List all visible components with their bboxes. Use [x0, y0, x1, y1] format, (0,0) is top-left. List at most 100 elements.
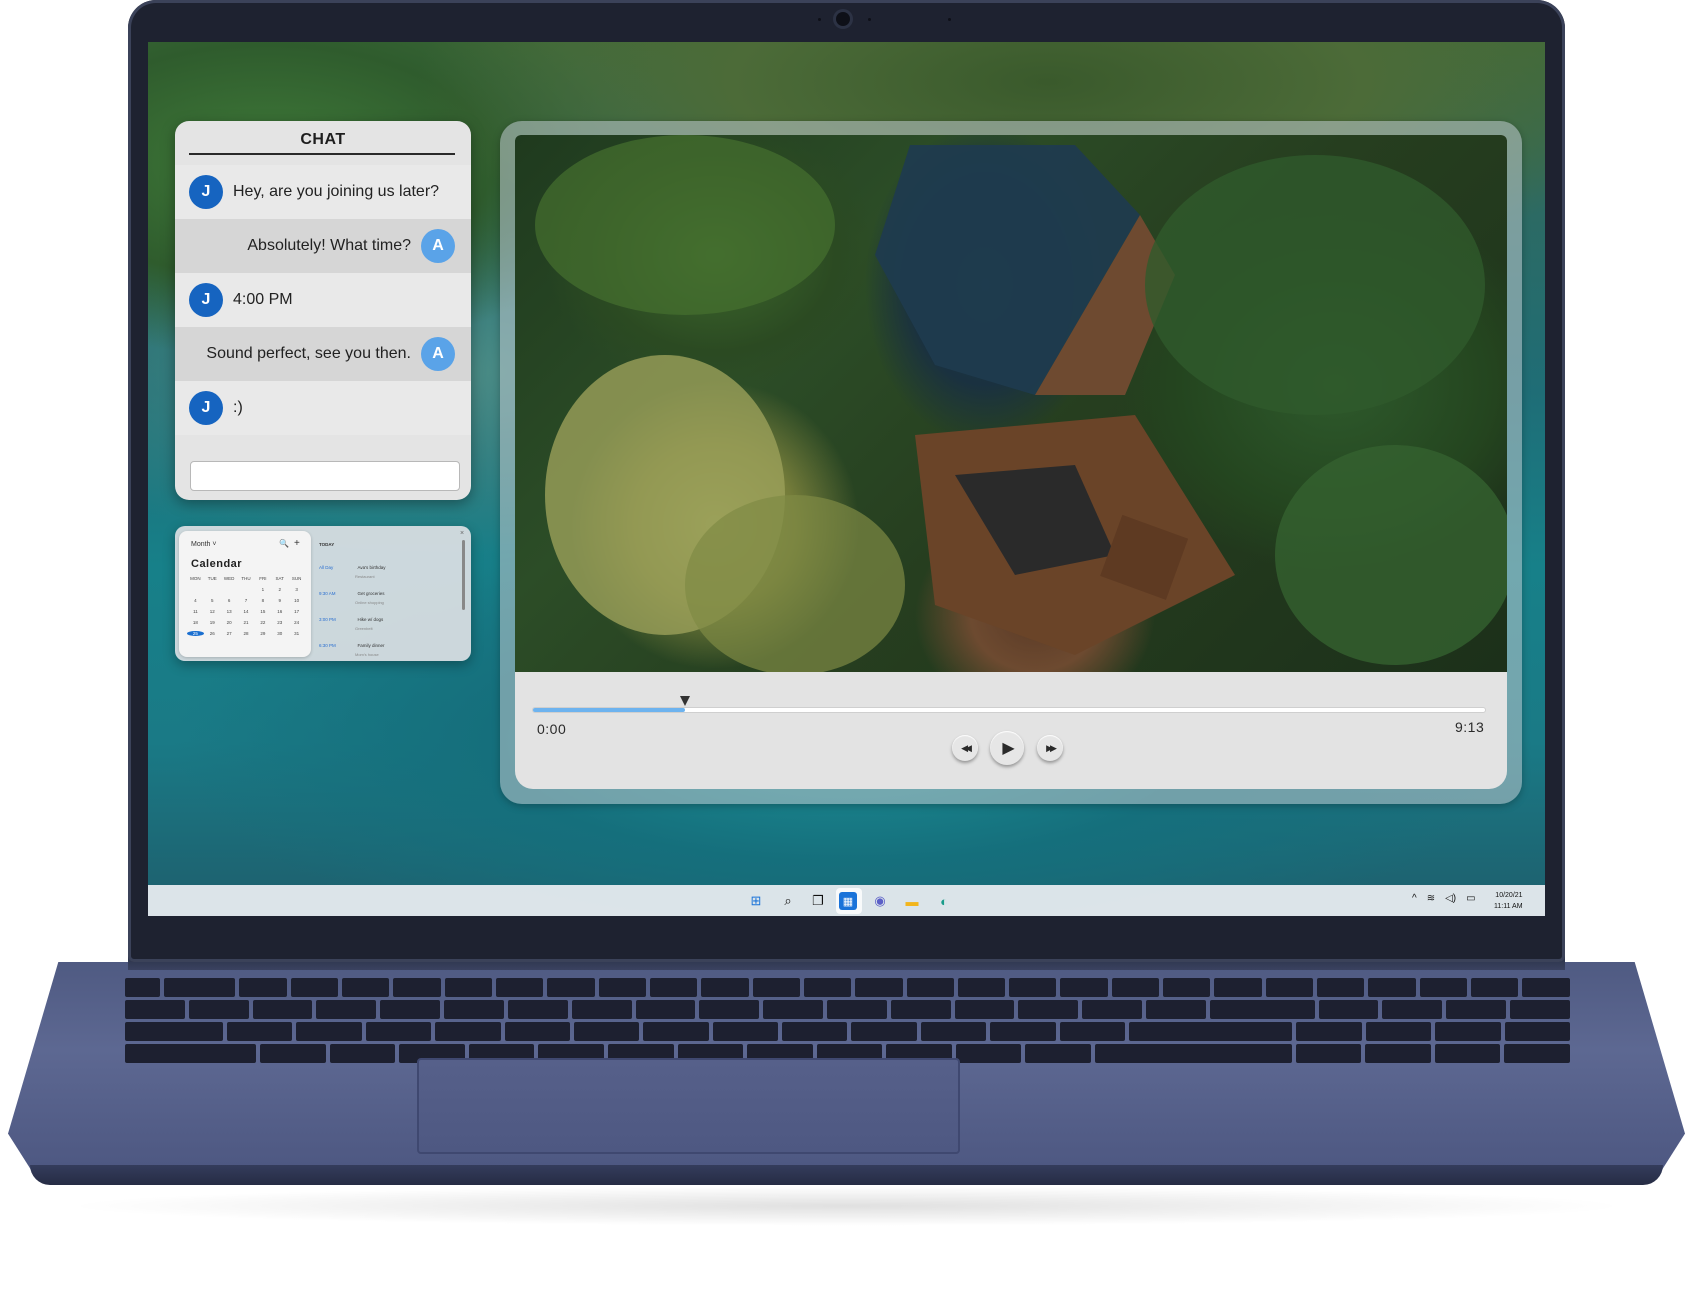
- keyboard-key: [1296, 1022, 1362, 1041]
- event-subtitle: Mom's house: [355, 652, 379, 657]
- calendar-day[interactable]: 31: [288, 631, 305, 636]
- file-explorer-icon[interactable]: ▬: [902, 891, 922, 911]
- video-frame[interactable]: [515, 135, 1507, 672]
- widgets-icon[interactable]: ▦: [839, 892, 857, 910]
- calendar-day[interactable]: 17: [288, 609, 305, 614]
- edge-browser-icon[interactable]: ◐: [934, 891, 954, 911]
- event-subtitle: Greenbelt: [355, 626, 373, 631]
- agenda-event[interactable]: 9:30 AM Get groceries Online shopping: [319, 582, 449, 605]
- calendar-view-selector[interactable]: Month ˅: [191, 541, 217, 548]
- search-icon[interactable]: ⌕: [778, 891, 798, 911]
- event-time: All Day: [319, 565, 334, 570]
- keyboard-row: [125, 1022, 1570, 1041]
- trackpad: [417, 1058, 960, 1154]
- windows-start-icon[interactable]: ⊞: [746, 891, 766, 911]
- calendar-day[interactable]: 20: [221, 620, 238, 625]
- calendar-day[interactable]: 3: [288, 587, 305, 592]
- calendar-day[interactable]: 18: [187, 620, 204, 625]
- fast-forward-button[interactable]: ▶▶: [1037, 735, 1063, 761]
- laptop-base-edge: [30, 1165, 1663, 1185]
- wifi-icon[interactable]: ≋: [1427, 893, 1435, 904]
- keyboard-key: [1382, 1000, 1443, 1019]
- calendar-day[interactable]: 4: [187, 598, 204, 603]
- agenda-scrollbar[interactable]: [462, 540, 465, 610]
- calendar-day[interactable]: 27: [221, 631, 238, 636]
- keyboard-key: [1128, 1022, 1293, 1041]
- add-event-button[interactable]: +: [294, 538, 300, 549]
- calendar-day[interactable]: 25: [187, 631, 204, 636]
- weekday-header: THU: [241, 576, 251, 581]
- clock[interactable]: 10/20/21 11:11 AM: [1494, 890, 1523, 912]
- calendar-day[interactable]: 28: [238, 631, 255, 636]
- sensor-dot: [948, 18, 951, 21]
- volume-icon[interactable]: ◁): [1445, 893, 1456, 904]
- agenda-event[interactable]: All Day Ava's birthday Restaurant: [319, 556, 449, 579]
- calendar-day[interactable]: 15: [254, 609, 271, 614]
- keyboard-key: [1365, 1044, 1431, 1063]
- fast-forward-icon: ▶▶: [1046, 742, 1057, 753]
- keyboard-key: [1018, 1000, 1079, 1019]
- video-progress-bar[interactable]: [533, 696, 1485, 712]
- calendar-day[interactable]: 13: [221, 609, 238, 614]
- agenda-event[interactable]: 3:00 PM Hike w/ dogs Greenbelt: [319, 608, 449, 631]
- keyboard-key: [290, 978, 339, 997]
- calendar-day[interactable]: 22: [254, 620, 271, 625]
- chevron-up-icon[interactable]: ^: [1412, 893, 1417, 904]
- calendar-day[interactable]: 26: [204, 631, 221, 636]
- calendar-day[interactable]: 6: [221, 598, 238, 603]
- keyboard-key: [504, 1022, 570, 1041]
- taskbar: ⊞ ⌕ ❐ ▦ ◉ ▬ ◐ ^ ≋ ◁) ▭ 10/20/21 11:11 AM: [148, 885, 1545, 916]
- calendar-day[interactable]: 9: [271, 598, 288, 603]
- keyboard-key: [252, 1000, 313, 1019]
- laptop-screen: CHAT J Hey, are you joining us later? Ab…: [148, 42, 1545, 916]
- clock-date: 10/20/21: [1495, 892, 1523, 899]
- play-button[interactable]: ▶: [990, 731, 1024, 765]
- calendar-day[interactable]: 14: [238, 609, 255, 614]
- keyboard-key: [444, 1000, 504, 1019]
- calendar-day[interactable]: 11: [187, 609, 204, 614]
- calendar-day[interactable]: 29: [254, 631, 271, 636]
- calendar-day[interactable]: 30: [271, 631, 288, 636]
- chat-message: J :): [175, 381, 471, 435]
- avatar[interactable]: J: [189, 391, 223, 425]
- chat-message-input[interactable]: [190, 461, 460, 491]
- keyboard-key: [365, 1022, 432, 1041]
- calendar-day[interactable]: 12: [204, 609, 221, 614]
- keyboard-key: [1025, 1044, 1091, 1063]
- search-icon[interactable]: 🔍: [279, 539, 289, 548]
- calendar-day-blank: [204, 587, 221, 592]
- keyboard-key: [649, 978, 698, 997]
- avatar[interactable]: J: [189, 175, 223, 209]
- calendar-day[interactable]: 23: [271, 620, 288, 625]
- calendar-day[interactable]: 5: [204, 598, 221, 603]
- avatar[interactable]: A: [421, 229, 455, 263]
- keyboard-key: [1111, 978, 1160, 997]
- avatar[interactable]: A: [421, 337, 455, 371]
- keyboard-key: [955, 1044, 1022, 1063]
- calendar-day[interactable]: 16: [271, 609, 288, 614]
- calendar-day[interactable]: 10: [288, 598, 305, 603]
- calendar-day[interactable]: 21: [238, 620, 255, 625]
- battery-icon[interactable]: ▭: [1466, 893, 1475, 904]
- teams-chat-icon[interactable]: ◉: [870, 891, 890, 911]
- calendar-day[interactable]: 24: [288, 620, 305, 625]
- calendar-day[interactable]: 2: [271, 587, 288, 592]
- calendar-day[interactable]: 19: [204, 620, 221, 625]
- calendar-day[interactable]: 8: [254, 598, 271, 603]
- keyboard-key: [1434, 1044, 1501, 1063]
- video-scrubber-handle[interactable]: [680, 696, 691, 706]
- calendar-day[interactable]: 7: [238, 598, 255, 603]
- keyboard-key: [851, 1022, 917, 1041]
- video-content: [535, 135, 1507, 672]
- avatar[interactable]: J: [189, 283, 223, 317]
- agenda-event[interactable]: 6:30 PM Family dinner Mom's house: [319, 634, 449, 657]
- rewind-button[interactable]: ◀◀: [952, 735, 978, 761]
- chat-window: CHAT J Hey, are you joining us later? Ab…: [175, 121, 471, 500]
- system-tray: ^ ≋ ◁) ▭: [1412, 893, 1476, 904]
- keyboard-key: [239, 978, 287, 997]
- calendar-day[interactable]: 1: [254, 587, 271, 592]
- keyboard-key: [752, 978, 800, 997]
- task-view-icon[interactable]: ❐: [808, 891, 828, 911]
- close-icon[interactable]: ×: [460, 530, 464, 537]
- calendar-agenda: TODAY All Day Ava's birthday Restaurant …: [319, 536, 459, 657]
